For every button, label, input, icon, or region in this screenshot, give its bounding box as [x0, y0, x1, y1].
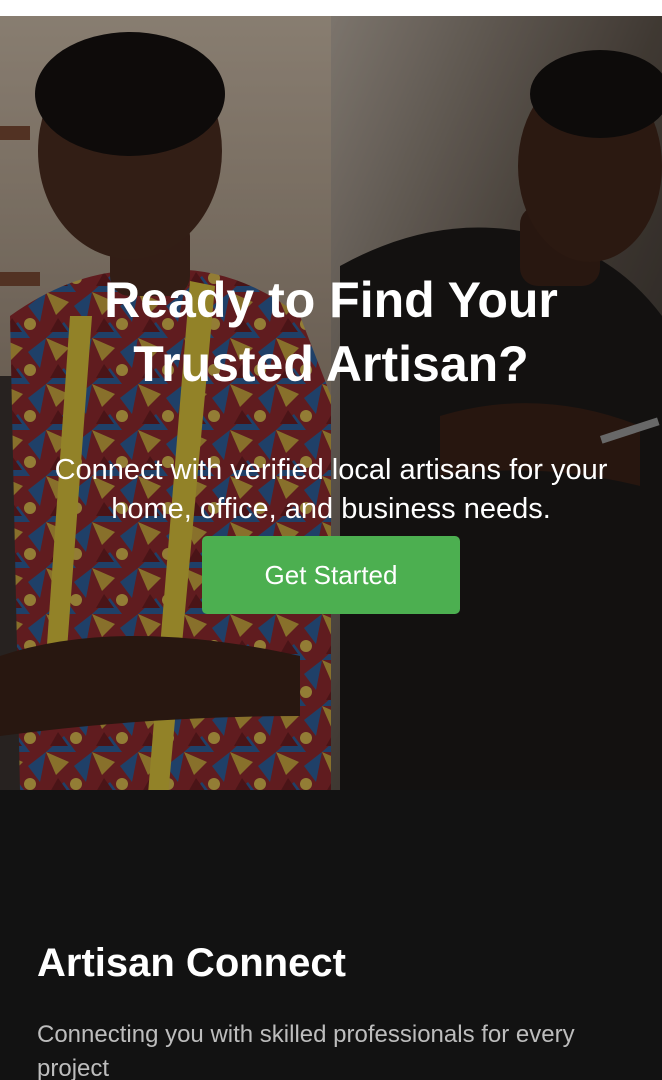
footer-tagline: Connecting you with skilled professional…	[37, 1018, 637, 1080]
hero-dark-overlay	[0, 16, 662, 790]
hero-subtitle-line: Connect with verified local artisans for…	[54, 454, 608, 486]
hero-subtitle-line: home, office, and business needs.	[111, 493, 551, 525]
top-status-strip	[0, 0, 662, 16]
footer-tagline-line: Connecting you with skilled professional…	[37, 1021, 575, 1048]
hero-title-line: Trusted Artisan?	[133, 336, 529, 392]
landing-page: Ready to Find Your Trusted Artisan? Conn…	[0, 0, 662, 1080]
footer-section: Artisan Connect Connecting you with skil…	[0, 790, 662, 1080]
hero-title: Ready to Find Your Trusted Artisan?	[0, 268, 662, 396]
get-started-button[interactable]: Get Started	[202, 536, 460, 614]
hero-title-line: Ready to Find Your	[104, 272, 558, 328]
footer-tagline-line: project	[37, 1055, 110, 1080]
hero-section: Ready to Find Your Trusted Artisan? Conn…	[0, 16, 662, 790]
footer-brand-name: Artisan Connect	[37, 941, 346, 985]
hero-subtitle: Connect with verified local artisans for…	[10, 451, 652, 529]
